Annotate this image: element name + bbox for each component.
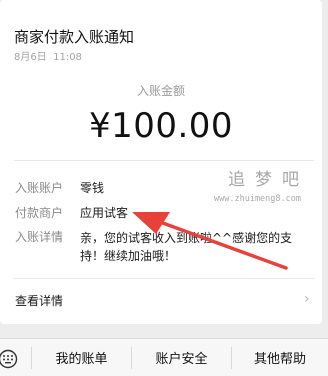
view-details-link[interactable]: 查看详情 bbox=[15, 293, 63, 309]
notification-card: 商家付款入账通知 8月6日 11:08 入账金额 ¥100.00 入账账户 零钱… bbox=[0, 0, 322, 324]
menu-my-bill[interactable]: 我的账单 bbox=[32, 339, 131, 376]
chevron-right-icon[interactable]: › bbox=[304, 290, 310, 308]
bottom-menu-bar: 我的账单 账户安全 其他帮助 bbox=[0, 338, 328, 376]
amount-label: 入账金额 bbox=[136, 84, 185, 98]
watermark-name: 追梦吧 bbox=[228, 170, 309, 190]
notice-timestamp: 8月6日 11:08 bbox=[14, 52, 82, 64]
row-value-merchant: 应用试客 bbox=[80, 206, 129, 220]
row-value-detail: 亲，您的试客收入到账啦^^感谢您的支持！继续加油哦！ bbox=[80, 231, 293, 263]
menu-other-help[interactable]: 其他帮助 bbox=[232, 339, 328, 376]
amount-value: ¥100.00 bbox=[88, 106, 234, 146]
notice-date: 8月6日 bbox=[14, 52, 47, 63]
divider bbox=[14, 278, 314, 279]
menu-account-security[interactable]: 账户安全 bbox=[132, 339, 231, 376]
row-label-detail: 入账详情 bbox=[15, 230, 64, 244]
watermark-url: www.zhuimeng8.com bbox=[214, 194, 301, 204]
notice-title: 商家付款入账通知 bbox=[14, 28, 135, 46]
row-label-account: 入账账户 bbox=[15, 181, 64, 195]
keyboard-icon[interactable] bbox=[0, 349, 20, 369]
row-value-account: 零钱 bbox=[80, 181, 105, 195]
divider bbox=[14, 160, 314, 161]
row-label-merchant: 付款商户 bbox=[15, 206, 64, 220]
notice-time: 11:08 bbox=[53, 52, 82, 63]
